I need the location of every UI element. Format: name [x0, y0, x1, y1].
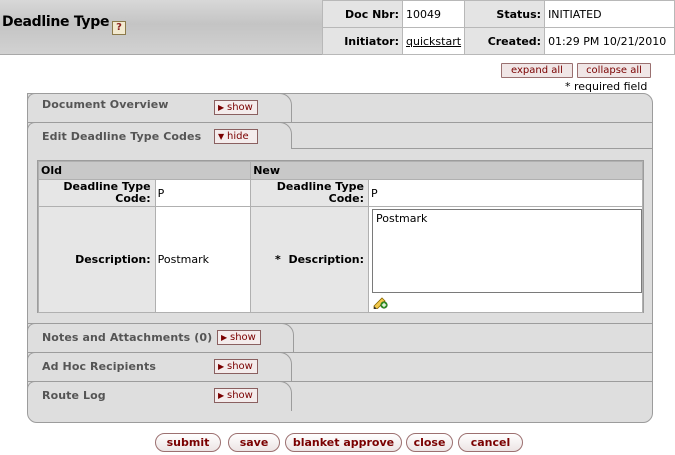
help-icon[interactable]: ?: [112, 21, 126, 35]
triangle-right-icon: ▶: [218, 391, 225, 400]
route-toggle-label: show: [227, 390, 253, 401]
document-overview-toggle-label: show: [227, 102, 253, 113]
adhoc-toggle-label: show: [227, 361, 253, 372]
created-label: Created:: [464, 27, 546, 55]
edit-deadline-type-table: Old New Deadline Type Code: P Deadline T…: [37, 161, 643, 313]
blanket-approve-button[interactable]: blanket approve: [285, 433, 402, 452]
description-textarea[interactable]: Postmark: [372, 209, 642, 293]
triangle-down-icon: ▼: [218, 132, 225, 141]
old-description-label: Description:: [38, 206, 156, 313]
save-button[interactable]: save: [228, 433, 280, 452]
tab-route-log-label: Route Log: [42, 389, 106, 402]
page-title: Deadline Type: [2, 14, 110, 30]
ad-hoc-recipients-show-button[interactable]: ▶ show: [214, 359, 258, 374]
notes-and-attachments-show-button[interactable]: ▶ show: [217, 330, 261, 345]
notes-toggle-label: show: [230, 332, 256, 343]
document-info-table: Doc Nbr: 10049 Status: INITIATED Initiat…: [322, 0, 675, 55]
initiator-label: Initiator:: [322, 27, 403, 55]
old-column-header: Old: [37, 161, 252, 180]
doc-nbr-label: Doc Nbr:: [322, 0, 403, 28]
submit-button[interactable]: submit: [155, 433, 221, 452]
document-header: Deadline Type ?: [0, 0, 322, 55]
initiator-link[interactable]: quickstart: [406, 35, 461, 48]
new-column-header: New: [250, 161, 643, 180]
cancel-button[interactable]: cancel: [458, 433, 523, 452]
new-code-label: Deadline Type Code:: [250, 179, 369, 207]
expand-all-button[interactable]: expand all: [501, 63, 573, 78]
old-code-value: P: [154, 179, 252, 207]
close-button[interactable]: close: [406, 433, 453, 452]
tab-ad-hoc-recipients-label: Ad Hoc Recipients: [42, 360, 156, 373]
status-label: Status:: [464, 0, 546, 28]
new-description-cell: Postmark: [368, 206, 643, 313]
edit-toggle-label: hide: [227, 131, 249, 142]
edit-deadline-type-table-wrap: Old New Deadline Type Code: P Deadline T…: [37, 160, 644, 313]
doc-nbr-value: 10049: [401, 0, 466, 28]
document-overview-show-button[interactable]: ▶ show: [214, 100, 258, 115]
edit-deadline-type-codes-hide-button[interactable]: ▼ hide: [214, 129, 258, 144]
triangle-right-icon: ▶: [218, 103, 225, 112]
tab-document-overview-label: Document Overview: [42, 98, 169, 111]
tab-notes-and-attachments-label: Notes and Attachments (0): [42, 331, 213, 344]
collapse-all-button[interactable]: collapse all: [577, 63, 651, 78]
tab-edit-deadline-type-codes-label: Edit Deadline Type Codes: [42, 130, 202, 143]
created-value: 01:29 PM 10/21/2010: [544, 27, 675, 55]
pencil-edit-icon[interactable]: [373, 295, 388, 312]
panel-divider: [291, 148, 653, 149]
old-description-value: Postmark: [154, 206, 252, 313]
new-description-label: * Description:: [250, 206, 369, 313]
triangle-right-icon: ▶: [221, 333, 228, 342]
initiator-cell: quickstart: [401, 27, 466, 55]
old-code-label: Deadline Type Code:: [38, 179, 156, 207]
required-field-note: * required field: [565, 80, 648, 93]
status-value: INITIATED: [544, 0, 675, 28]
new-code-value: P: [368, 179, 643, 207]
route-log-show-button[interactable]: ▶ show: [214, 388, 258, 403]
triangle-right-icon: ▶: [218, 362, 225, 371]
